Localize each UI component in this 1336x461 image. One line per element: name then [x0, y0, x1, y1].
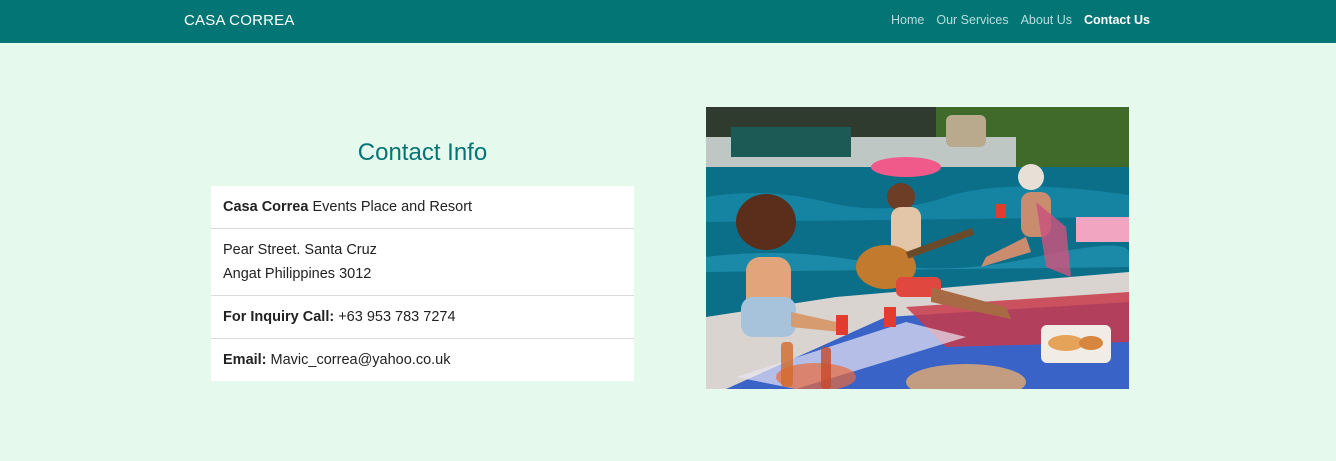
email-value: Mavic_correa@yahoo.co.uk [266, 352, 451, 368]
list-item-address: Pear Street. Santa Cruz Angat Philippine… [211, 229, 634, 296]
venue-name-rest: Events Place and Resort [308, 199, 473, 215]
navbar: CASA CORREA Home Our Services About Us C… [0, 0, 1336, 43]
nav-link-home[interactable]: Home [891, 13, 924, 27]
pool-party-photo [706, 107, 1129, 389]
nav-link-our-services[interactable]: Our Services [936, 13, 1008, 27]
phone-value: +63 953 783 7274 [334, 309, 456, 325]
brand-logo-link[interactable]: CASA CORREA [184, 12, 295, 29]
phone-label: For Inquiry Call: [223, 309, 335, 325]
contact-info-title: Contact Info [357, 139, 488, 166]
list-item-phone: For Inquiry Call: +63 953 783 7274 [211, 296, 634, 339]
nav-link-contact-us[interactable]: Contact Us [1084, 13, 1150, 27]
pool-party-illustration [706, 107, 1129, 389]
email-label: Email: [223, 352, 267, 368]
list-item-email: Email: Mavic_correa@yahoo.co.uk [211, 339, 634, 381]
contact-info-list: Casa Correa Events Place and Resort Pear… [211, 186, 634, 381]
address-line-1: Pear Street. Santa Cruz [223, 242, 377, 258]
nav-link-about-us[interactable]: About Us [1021, 13, 1072, 27]
list-item-venue-name: Casa Correa Events Place and Resort [211, 186, 634, 229]
nav-links: Home Our Services About Us Contact Us [891, 13, 1150, 27]
venue-name-bold: Casa Correa [223, 199, 309, 215]
address-line-2: Angat Philippines 3012 [223, 266, 372, 282]
